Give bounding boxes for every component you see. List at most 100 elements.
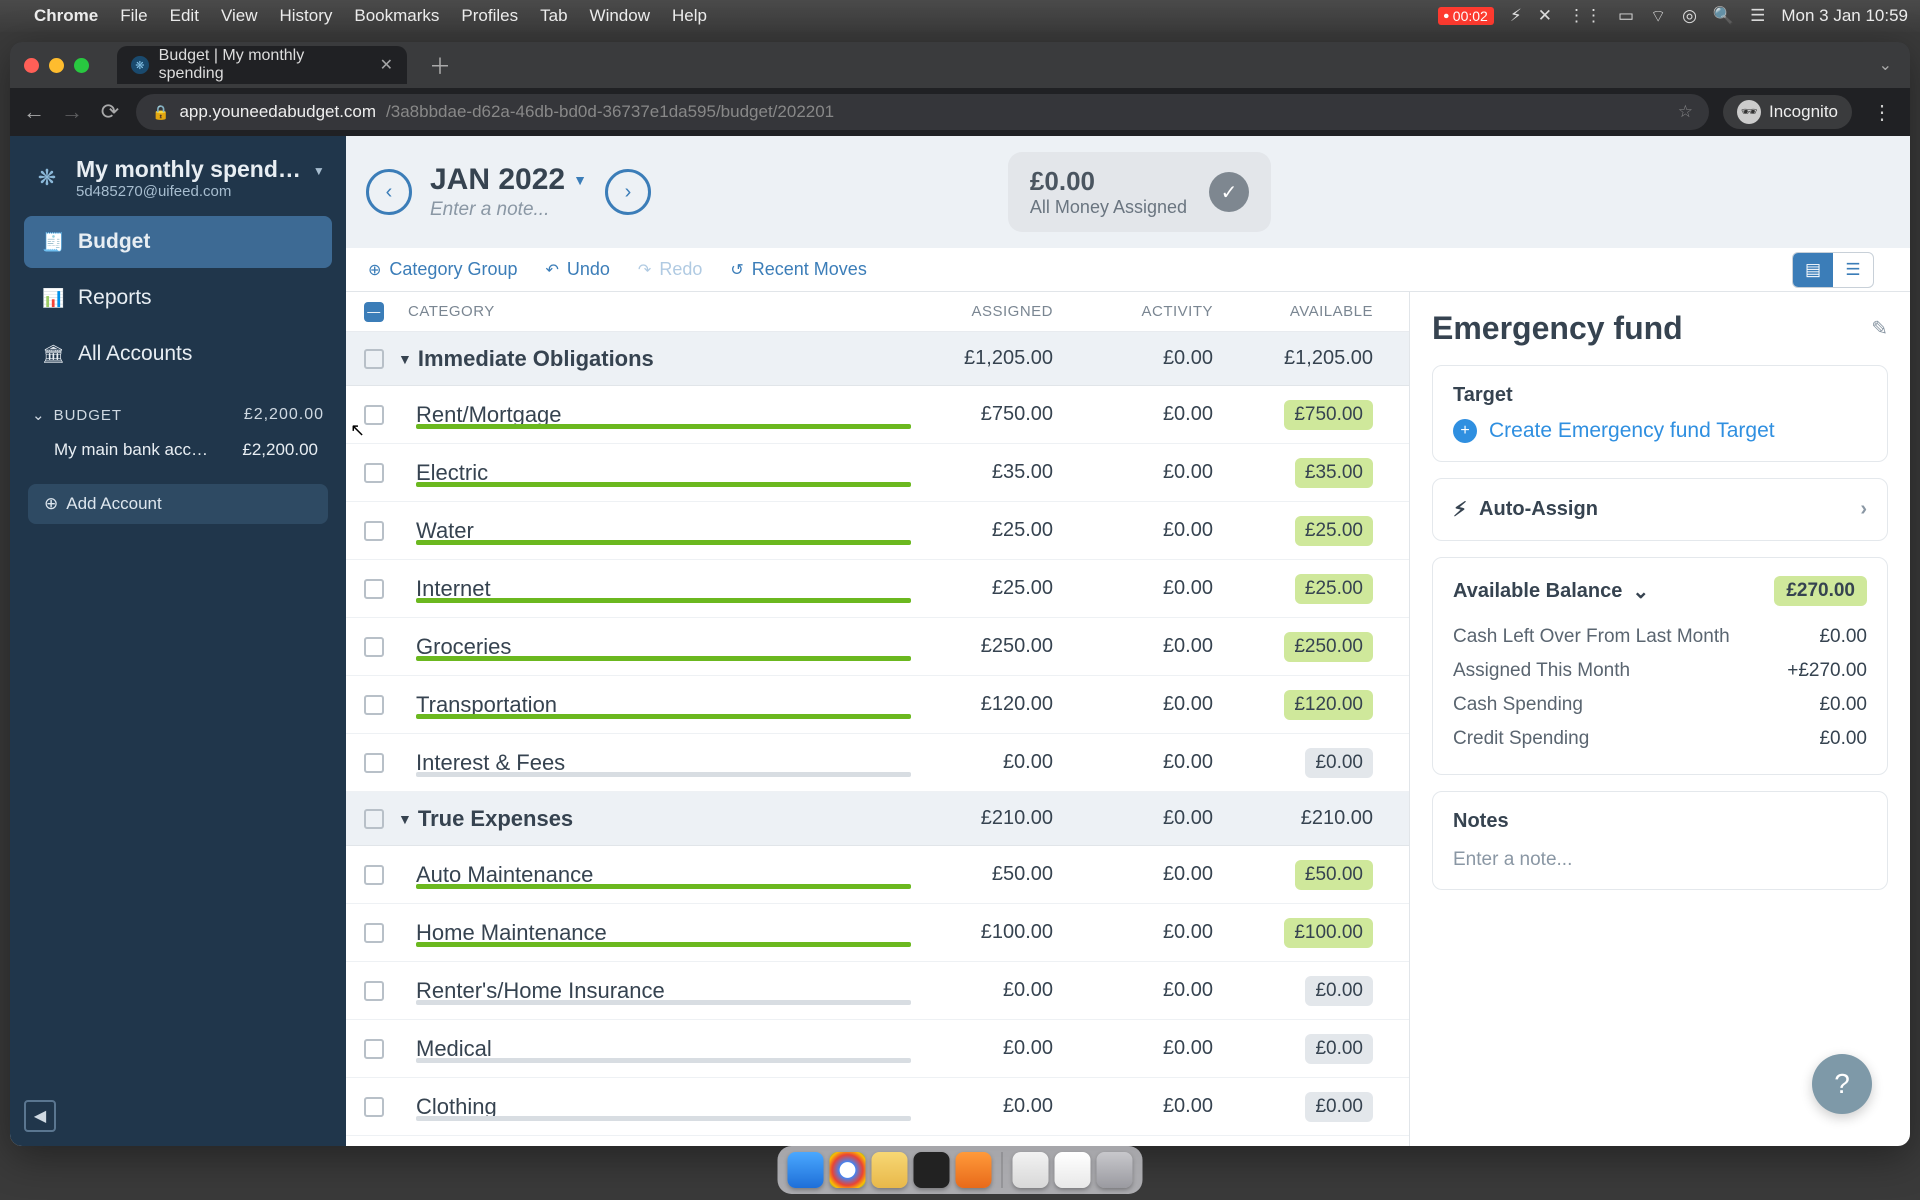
back-button[interactable]: ← <box>22 99 46 125</box>
assigned-cell[interactable]: £750.00 <box>911 403 1071 426</box>
close-window-icon[interactable] <box>24 58 39 73</box>
recent-moves-button[interactable]: ↺ Recent Moves <box>730 259 866 280</box>
tool-icon[interactable]: ✕ <box>1538 6 1552 26</box>
dock-textedit[interactable] <box>1013 1152 1049 1188</box>
group-checkbox[interactable] <box>364 809 384 829</box>
budget-section-header[interactable]: ⌄ BUDGET £2,200.00 <box>28 400 328 430</box>
minimize-window-icon[interactable] <box>49 58 64 73</box>
menu-clock[interactable]: Mon 3 Jan 10:59 <box>1781 6 1908 26</box>
tab-close-icon[interactable]: ✕ <box>380 55 393 75</box>
notes-input[interactable]: Enter a note... <box>1453 845 1867 871</box>
row-checkbox[interactable] <box>364 579 384 599</box>
menu-view[interactable]: View <box>221 6 258 26</box>
edit-icon[interactable]: ✎ <box>1871 316 1888 341</box>
available-cell[interactable]: £35.00 <box>1231 458 1391 488</box>
sidebar-account[interactable]: My main bank acc… £2,200.00 <box>28 430 328 470</box>
undo-button[interactable]: ↶ Undo <box>545 259 609 280</box>
assigned-cell[interactable]: £25.00 <box>911 577 1071 600</box>
col-category[interactable]: CATEGORY <box>402 303 911 320</box>
assigned-cell[interactable]: £100.00 <box>911 921 1071 944</box>
available-cell[interactable]: £100.00 <box>1231 918 1391 948</box>
menu-bookmarks[interactable]: Bookmarks <box>354 6 439 26</box>
available-cell[interactable]: £750.00 <box>1231 400 1391 430</box>
menu-file[interactable]: File <box>120 6 147 26</box>
row-checkbox[interactable] <box>364 865 384 885</box>
dock-pages[interactable] <box>1055 1152 1091 1188</box>
spotlight-icon[interactable]: 🔍 <box>1713 6 1734 26</box>
budget-switcher[interactable]: ❋ My monthly spend… 5d485270@uifeed.com … <box>20 152 336 214</box>
category-row[interactable]: Electric £35.00 £0.00 £35.00 <box>346 444 1409 502</box>
dots-icon[interactable]: ⋮⋮ <box>1568 6 1602 26</box>
maximize-window-icon[interactable] <box>74 58 89 73</box>
view-list-button[interactable]: ☰ <box>1833 253 1873 287</box>
battery-icon[interactable]: ▭ <box>1618 6 1634 26</box>
col-available[interactable]: AVAILABLE <box>1231 303 1391 320</box>
bookmark-star-icon[interactable]: ☆ <box>1678 102 1693 122</box>
category-row[interactable]: Water £25.00 £0.00 £25.00 <box>346 502 1409 560</box>
new-tab-button[interactable]: ＋ <box>419 49 461 81</box>
menu-window[interactable]: Window <box>590 6 650 26</box>
create-target-button[interactable]: + Create Emergency fund Target <box>1453 419 1867 443</box>
menu-help[interactable]: Help <box>672 6 707 26</box>
menu-edit[interactable]: Edit <box>170 6 199 26</box>
category-row[interactable]: Transportation £120.00 £0.00 £120.00 <box>346 676 1409 734</box>
available-cell[interactable]: £120.00 <box>1231 690 1391 720</box>
assigned-cell[interactable]: £120.00 <box>911 693 1071 716</box>
category-group-row[interactable]: ▼ Immediate Obligations £1,205.00 £0.00 … <box>346 332 1409 386</box>
auto-assign-card[interactable]: ⚡︎ Auto-Assign › <box>1432 478 1888 541</box>
dock-trash[interactable] <box>1097 1152 1133 1188</box>
row-checkbox[interactable] <box>364 637 384 657</box>
wifi-icon[interactable]: ⌔ <box>1650 6 1666 27</box>
bolt-icon[interactable]: ⚡︎ <box>1510 6 1522 26</box>
incognito-badge[interactable]: 🕶 Incognito <box>1723 95 1852 129</box>
category-row[interactable]: Renter's/Home Insurance £0.00 £0.00 £0.0… <box>346 962 1409 1020</box>
row-checkbox[interactable] <box>364 405 384 425</box>
assigned-cell[interactable]: £250.00 <box>911 635 1071 658</box>
assigned-cell[interactable]: £0.00 <box>911 751 1071 774</box>
row-checkbox[interactable] <box>364 1097 384 1117</box>
prev-month-button[interactable]: ‹ <box>366 169 412 215</box>
row-checkbox[interactable] <box>364 981 384 1001</box>
master-checkbox[interactable]: — <box>364 302 384 322</box>
menu-tab[interactable]: Tab <box>540 6 567 26</box>
browser-tab[interactable]: ❋ Budget | My monthly spending ✕ <box>117 46 407 84</box>
available-cell[interactable]: £0.00 <box>1231 976 1391 1006</box>
screen-record-icon[interactable]: 00:02 <box>1438 7 1494 25</box>
row-checkbox[interactable] <box>364 753 384 773</box>
help-button[interactable]: ? <box>1812 1054 1872 1114</box>
menu-profiles[interactable]: Profiles <box>461 6 518 26</box>
add-category-group-button[interactable]: ⊕ Category Group <box>368 259 517 280</box>
menu-history[interactable]: History <box>279 6 332 26</box>
row-checkbox[interactable] <box>364 923 384 943</box>
dock-terminal[interactable] <box>914 1152 950 1188</box>
category-row[interactable]: Clothing £0.00 £0.00 £0.00 <box>346 1078 1409 1136</box>
assigned-cell[interactable]: £35.00 <box>911 461 1071 484</box>
sidebar-item-accounts[interactable]: 🏛 All Accounts <box>24 328 332 380</box>
category-row[interactable]: Medical £0.00 £0.00 £0.00 <box>346 1020 1409 1078</box>
available-cell[interactable]: £0.00 <box>1231 1092 1391 1122</box>
redo-button[interactable]: ↷ Redo <box>638 259 702 280</box>
control-center-icon[interactable]: ◎ <box>1682 6 1697 26</box>
sidebar-item-budget[interactable]: 🧾 Budget <box>24 216 332 268</box>
available-cell[interactable]: £0.00 <box>1231 748 1391 778</box>
row-checkbox[interactable] <box>364 521 384 541</box>
available-balance-toggle[interactable]: Available Balance ⌄ <box>1453 579 1649 604</box>
category-row[interactable]: Interest & Fees £0.00 £0.00 £0.00 <box>346 734 1409 792</box>
category-row[interactable]: Internet £25.00 £0.00 £25.00 <box>346 560 1409 618</box>
next-month-button[interactable]: › <box>605 169 651 215</box>
add-account-button[interactable]: ⊕ Add Account <box>28 484 328 524</box>
category-row[interactable]: Groceries £250.00 £0.00 £250.00 <box>346 618 1409 676</box>
category-group-row[interactable]: ▼ True Expenses £210.00 £0.00 £210.00 <box>346 792 1409 846</box>
assigned-cell[interactable]: £50.00 <box>911 863 1071 886</box>
month-note-input[interactable]: Enter a note... <box>430 199 587 221</box>
dock-finder[interactable] <box>788 1152 824 1188</box>
menu-app[interactable]: Chrome <box>34 6 98 26</box>
view-card-button[interactable]: ▤ <box>1793 253 1833 287</box>
reload-button[interactable]: ⟳ <box>98 99 122 125</box>
dock-chrome[interactable] <box>830 1152 866 1188</box>
assigned-cell[interactable]: £25.00 <box>911 519 1071 542</box>
row-checkbox[interactable] <box>364 1039 384 1059</box>
available-cell[interactable]: £250.00 <box>1231 632 1391 662</box>
assigned-cell[interactable]: £0.00 <box>911 979 1071 1002</box>
group-checkbox[interactable] <box>364 349 384 369</box>
